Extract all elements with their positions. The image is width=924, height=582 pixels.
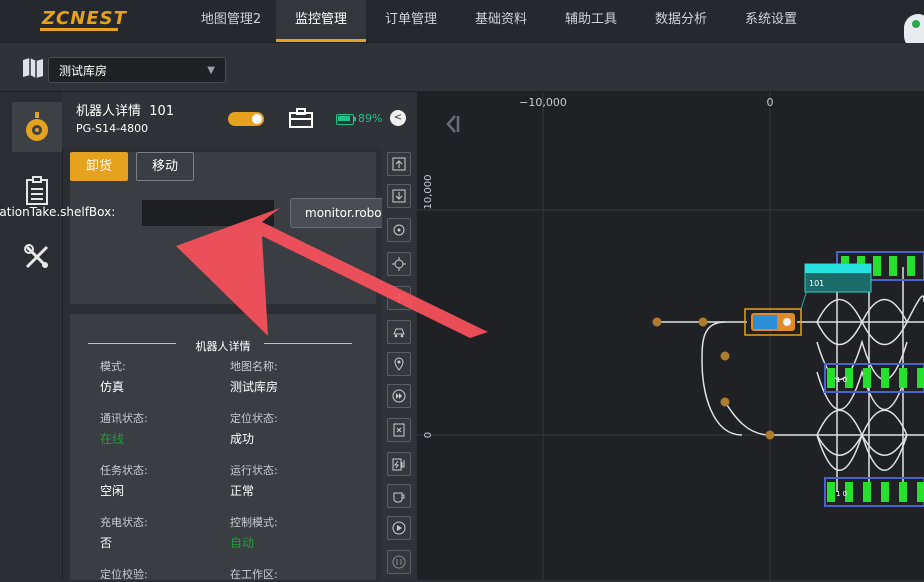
nav-monitor-management[interactable]: 监控管理 xyxy=(276,0,366,42)
battery-icon xyxy=(336,114,356,125)
shelf-box-label: OperationTake.shelfBox: xyxy=(0,205,116,219)
detail-value-task-status: 空闲 xyxy=(100,484,125,498)
detail-key-charge-status: 充电状态: xyxy=(100,516,148,529)
shelf-row-bottom: 1 0 xyxy=(824,477,924,507)
y-tick-label: 10,000 xyxy=(423,175,434,210)
robot-info-label: 101 xyxy=(804,263,872,293)
robot-detail-title-text: 机器人详情 xyxy=(76,104,142,119)
charging-icon[interactable] xyxy=(387,452,411,476)
upload-icon[interactable] xyxy=(387,152,411,176)
shelf-row-middle: 1 0 xyxy=(824,363,924,393)
details-section-title: 机器人详情 xyxy=(195,340,251,353)
section-divider-right xyxy=(264,343,352,344)
nav-auxiliary-tools[interactable]: 辅助工具 xyxy=(546,0,636,42)
left-sidebar xyxy=(0,92,63,580)
nav-basic-data[interactable]: 基础资料 xyxy=(456,0,546,42)
locate-icon[interactable] xyxy=(387,252,411,276)
nav-data-analysis[interactable]: 数据分析 xyxy=(636,0,726,42)
map-toolbar xyxy=(382,146,416,580)
collapse-panel-icon[interactable]: < xyxy=(390,110,406,126)
map-node xyxy=(720,351,730,361)
map-node xyxy=(698,317,708,327)
action-card: 卸货 移动 xyxy=(70,152,376,304)
detail-value-charge-status: 否 xyxy=(100,536,113,550)
robot-detail-title: 机器人详情 101 xyxy=(76,100,174,119)
detail-value-location-status: 成功 xyxy=(230,432,255,446)
detail-value-comm-status: 在线 xyxy=(100,432,125,446)
warehouse-select[interactable]: 测试库房 ▼ xyxy=(48,57,226,83)
toolbox-icon[interactable] xyxy=(288,108,314,128)
map-canvas[interactable]: −10,000 0 10,000 0 1 0 1 0 101 xyxy=(417,92,924,580)
add-icon[interactable] xyxy=(387,286,411,310)
warehouse-select-value: 测试库房 xyxy=(59,64,108,78)
cup-icon[interactable] xyxy=(387,484,411,508)
pause-icon[interactable] xyxy=(387,550,411,574)
detail-key-task-status: 任务状态: xyxy=(100,464,148,477)
robot-label-id: 101 xyxy=(809,279,824,288)
detail-value-map-name: 测试库房 xyxy=(230,380,279,394)
battery-level: 89% xyxy=(358,112,383,125)
map-graphics: −10,000 0 10,000 0 1 0 1 0 101 xyxy=(417,92,924,580)
robot-id: 101 xyxy=(149,104,175,119)
shelf-label: 1 0 xyxy=(836,376,847,384)
logo-underline xyxy=(40,28,118,31)
detail-key-map-name: 地图名称: xyxy=(230,360,278,373)
nav-map-management[interactable]: 地图管理2 xyxy=(186,0,276,42)
nav-system-settings[interactable]: 系统设置 xyxy=(726,0,816,42)
nav-order-management[interactable]: 订单管理 xyxy=(366,0,456,42)
detail-value-run-status: 正常 xyxy=(230,484,255,498)
unload-button[interactable]: 卸货 xyxy=(70,152,128,181)
target-icon[interactable] xyxy=(387,218,411,242)
play-icon[interactable] xyxy=(387,516,411,540)
chevron-down-icon: ▼ xyxy=(207,65,215,76)
map-node xyxy=(720,397,730,407)
detail-value-control-mode: 自动 xyxy=(230,536,255,550)
robot-enable-toggle[interactable] xyxy=(228,112,264,126)
x-tick-label: −10,000 xyxy=(519,96,567,109)
map-node xyxy=(765,430,775,440)
vehicle-icon[interactable] xyxy=(387,320,411,344)
shelf-label: 1 0 xyxy=(836,490,847,498)
robot-code: PG-S14-4800 xyxy=(76,122,149,135)
detail-value-mode: 仿真 xyxy=(100,380,125,394)
x-tick-label: 0 xyxy=(767,96,774,109)
collapse-map-icon xyxy=(446,115,460,133)
fast-forward-icon[interactable] xyxy=(387,384,411,408)
map-pin-icon[interactable] xyxy=(387,352,411,376)
clear-task-icon[interactable] xyxy=(387,418,411,442)
detail-key-comm-status: 通讯状态: xyxy=(100,412,148,425)
top-navigation-bar: ZCNEST 地图管理2 监控管理 订单管理 基础资料 辅助工具 数据分析 系统… xyxy=(0,0,924,50)
detail-key-mode: 模式: xyxy=(100,360,126,373)
sidebar-robot[interactable] xyxy=(12,102,62,152)
map-node xyxy=(652,317,662,327)
wrench-screwdriver-icon xyxy=(24,244,49,269)
clipboard-icon xyxy=(26,176,48,205)
y-tick-label: 0 xyxy=(423,432,434,438)
shelf-box-input[interactable] xyxy=(142,200,274,226)
robot-marker xyxy=(744,308,802,336)
download-icon[interactable] xyxy=(387,184,411,208)
robot-icon xyxy=(26,112,48,141)
map-icon xyxy=(23,58,43,78)
sidebar-tools[interactable] xyxy=(12,232,62,282)
robot-details-card: 机器人详情 模式: 仿真 地图名称: 测试库房 通讯状态: 在线 定位状态: 成… xyxy=(70,314,376,581)
robot-detail-header: 机器人详情 101 PG-S14-4800 89% < xyxy=(62,92,416,148)
app-logo: ZCNEST xyxy=(42,8,127,29)
detail-key-run-status: 运行状态: xyxy=(230,464,278,477)
detail-key-control-mode: 控制模式: xyxy=(230,516,278,529)
detail-key-location-status: 定位状态: xyxy=(230,412,278,425)
move-button[interactable]: 移动 xyxy=(136,152,194,181)
